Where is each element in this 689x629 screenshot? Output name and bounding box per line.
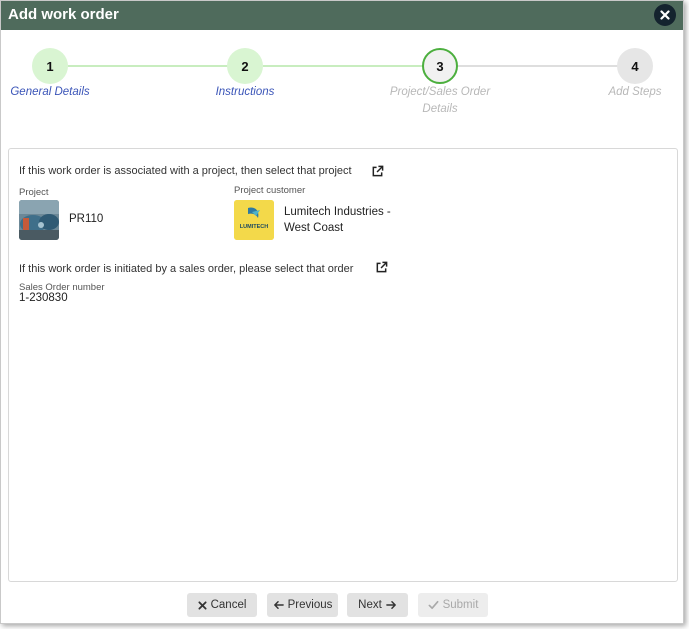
previous-label: Previous xyxy=(287,599,333,611)
customer-logo: LUMITECH xyxy=(234,200,274,240)
project-customer-value: Lumitech Industries - West Coast xyxy=(284,204,391,236)
step-4-number: 4 xyxy=(631,58,639,74)
sales-order-prompt: If this work order is initiated by a sal… xyxy=(19,263,354,275)
customer-logo-text: LUMITECH xyxy=(239,224,269,230)
close-button[interactable] xyxy=(654,4,676,26)
project-customer-label: Project customer xyxy=(234,185,306,196)
checkmark-icon xyxy=(428,600,439,610)
next-button[interactable]: Next xyxy=(347,593,408,617)
submit-label: Submit xyxy=(442,599,479,611)
step-1-circle[interactable]: 1 xyxy=(32,48,68,84)
step-1-number: 1 xyxy=(46,58,54,74)
step-connector-3-4 xyxy=(458,65,618,67)
project-thumbnail xyxy=(19,200,59,240)
sales-order-value: 1-230830 xyxy=(19,292,68,304)
step-3-label-line1: Project/Sales Order xyxy=(389,86,491,98)
arrow-left-icon xyxy=(273,601,284,609)
customer-value-line1: Lumitech Industries - xyxy=(284,206,391,218)
previous-button[interactable]: Previous xyxy=(267,593,338,617)
dialog-title: Add work order xyxy=(8,6,119,23)
step-3-label-line2: Details xyxy=(422,103,458,115)
next-label: Next xyxy=(358,599,382,611)
cancel-label: Cancel xyxy=(210,599,247,611)
arrow-right-icon xyxy=(386,601,396,609)
customer-value-line2: West Coast xyxy=(284,222,344,234)
close-icon xyxy=(660,10,670,20)
step-3-label[interactable]: Project/Sales Order Details xyxy=(375,84,505,118)
step-connector-2-3 xyxy=(263,65,423,67)
step-2-label-text: Instructions xyxy=(215,86,275,98)
step-connector-1-2 xyxy=(68,65,228,67)
stepper: 1 General Details 2 Instructions 3 Proje… xyxy=(1,47,685,127)
add-work-order-dialog: Add work order 1 General Details 2 Instr… xyxy=(0,0,684,624)
step-3-number: 3 xyxy=(436,58,444,74)
step-2-number: 2 xyxy=(241,58,249,74)
project-prompt: If this work order is associated with a … xyxy=(19,165,352,177)
step-2-circle[interactable]: 2 xyxy=(227,48,263,84)
submit-button[interactable]: Submit xyxy=(418,593,488,617)
step-4-label-text: Add Steps xyxy=(608,86,662,98)
step-4-circle[interactable]: 4 xyxy=(617,48,653,84)
details-panel: If this work order is associated with a … xyxy=(8,148,678,582)
step-1-label-text: General Details xyxy=(10,86,90,98)
cancel-button[interactable]: Cancel xyxy=(187,593,257,617)
step-2-label[interactable]: Instructions xyxy=(180,84,310,101)
close-icon xyxy=(198,600,207,610)
external-link-icon[interactable] xyxy=(371,165,384,178)
project-value: PR110 xyxy=(69,213,104,225)
project-label: Project xyxy=(19,187,49,198)
step-3-circle[interactable]: 3 xyxy=(422,48,458,84)
external-link-icon[interactable] xyxy=(375,261,388,274)
step-4-label[interactable]: Add Steps xyxy=(570,84,689,101)
step-1-label[interactable]: General Details xyxy=(0,84,115,101)
dialog-titlebar: Add work order xyxy=(1,1,683,30)
